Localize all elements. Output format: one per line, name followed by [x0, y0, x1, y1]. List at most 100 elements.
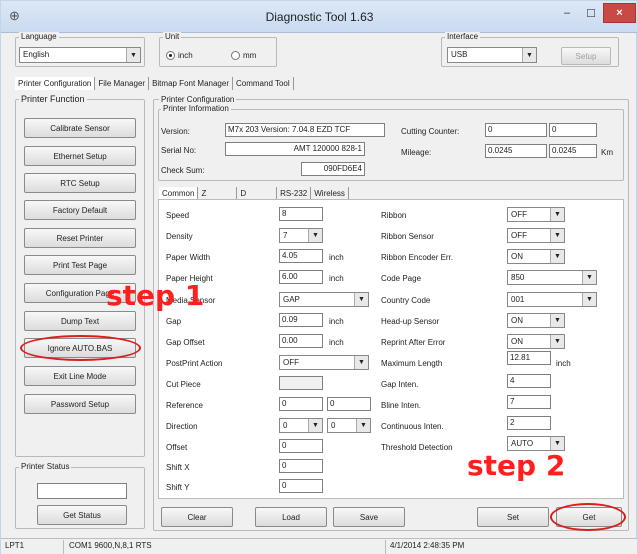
reprint-after-error-value: ON	[511, 337, 523, 346]
status-separator	[63, 540, 64, 554]
cutting-counter-field-2: 0	[549, 123, 597, 137]
density-select[interactable]: 7 ▼	[279, 228, 323, 243]
ribbon-encoder-value: ON	[511, 252, 523, 261]
media-sensor-select[interactable]: GAP ▼	[279, 292, 369, 307]
threshold-detection-label: Threshold Detection	[381, 443, 453, 452]
chevron-down-icon: ▼	[308, 419, 322, 432]
print-test-page-button[interactable]: Print Test Page	[24, 255, 136, 275]
step-2-annotation: step 2	[467, 449, 566, 482]
diagnostic-tool-window: ⊕ Diagnostic Tool 1.63 – ☐ × Language En…	[0, 0, 637, 554]
status-bar: LPT1 COM1 9600,N,8,1 RTS 4/1/2014 2:48:3…	[1, 538, 637, 554]
shift-y-label: Shift Y	[166, 483, 190, 492]
interface-select[interactable]: USB ▼	[447, 47, 537, 63]
reprint-after-error-label: Reprint After Error	[381, 338, 446, 347]
tab-bitmap-font-manager[interactable]: Bitmap Font Manager	[149, 77, 233, 90]
country-code-select[interactable]: 001 ▼	[507, 292, 597, 307]
cut-piece-field[interactable]	[279, 376, 323, 390]
save-button[interactable]: Save	[333, 507, 405, 527]
gap-label: Gap	[166, 317, 182, 326]
main-tabs: Printer Configuration File Manager Bitma…	[15, 77, 294, 90]
chevron-down-icon: ▼	[550, 250, 564, 263]
close-button[interactable]: ×	[603, 3, 636, 23]
postprint-action-label: PostPrint Action	[166, 359, 223, 368]
status-port: LPT1	[5, 541, 25, 550]
unit-inch-radio[interactable]: inch	[166, 51, 193, 60]
serial-label: Serial No:	[161, 146, 197, 155]
chevron-down-icon: ▼	[550, 314, 564, 327]
paper-width-label: Paper Width	[166, 253, 211, 262]
setup-button[interactable]: Setup	[561, 47, 611, 65]
ribbon-select[interactable]: OFF ▼	[507, 207, 565, 222]
minimize-button[interactable]: –	[555, 3, 579, 23]
unit-mm-radio[interactable]: mm	[231, 51, 256, 60]
direction-select-1[interactable]: 0 ▼	[279, 418, 323, 433]
offset-field[interactable]: 0	[279, 439, 323, 453]
dump-text-button[interactable]: Dump Text	[24, 311, 136, 331]
chevron-down-icon: ▼	[550, 335, 564, 348]
checksum-field: 090FD6E4	[301, 162, 365, 176]
radio-selected-icon	[166, 51, 175, 60]
highlight-ring-get	[550, 503, 626, 531]
cutting-counter-field-1: 0	[485, 123, 547, 137]
speed-label: Speed	[166, 211, 190, 220]
maximum-length-field[interactable]: 12.81	[507, 351, 551, 365]
get-status-button[interactable]: Get Status	[37, 505, 127, 525]
factory-default-button[interactable]: Factory Default	[24, 200, 136, 220]
paper-width-unit: inch	[329, 253, 344, 262]
direction-value-1: 0	[283, 421, 288, 430]
headup-sensor-value: ON	[511, 316, 523, 325]
direction-select-2[interactable]: 0 ▼	[327, 418, 371, 433]
tab-file-manager[interactable]: File Manager	[95, 77, 150, 90]
gap-offset-unit: inch	[329, 338, 344, 347]
bline-inten-field[interactable]: 7	[507, 395, 551, 409]
code-page-select[interactable]: 850 ▼	[507, 270, 597, 285]
reprint-after-error-select[interactable]: ON ▼	[507, 334, 565, 349]
password-setup-button[interactable]: Password Setup	[24, 394, 136, 414]
reference-y-field[interactable]: 0	[327, 397, 371, 411]
gap-field[interactable]: 0.09	[279, 313, 323, 327]
media-sensor-value: GAP	[283, 295, 300, 304]
chevron-down-icon: ▼	[356, 419, 370, 432]
gap-offset-field[interactable]: 0.00	[279, 334, 323, 348]
set-button[interactable]: Set	[477, 507, 549, 527]
shift-y-field[interactable]: 0	[279, 479, 323, 493]
chevron-down-icon: ▼	[126, 48, 140, 62]
ribbon-label: Ribbon	[381, 211, 407, 220]
tab-printer-configuration[interactable]: Printer Configuration	[15, 77, 96, 90]
offset-label: Offset	[166, 443, 188, 452]
paper-height-field[interactable]: 6.00	[279, 270, 323, 284]
version-field: M7x 203 Version: 7.04.8 EZD TCF	[225, 123, 385, 137]
chevron-down-icon: ▼	[308, 229, 322, 242]
reference-label: Reference	[166, 401, 203, 410]
gap-inten-label: Gap Inten.	[381, 380, 419, 389]
ribbon-encoder-select[interactable]: ON ▼	[507, 249, 565, 264]
tab-command-tool[interactable]: Command Tool	[233, 77, 294, 90]
reset-printer-button[interactable]: Reset Printer	[24, 228, 136, 248]
gap-inten-field[interactable]: 4	[507, 374, 551, 388]
chevron-down-icon: ▼	[582, 293, 596, 306]
language-select[interactable]: English ▼	[19, 47, 141, 63]
load-button[interactable]: Load	[255, 507, 327, 527]
headup-sensor-select[interactable]: ON ▼	[507, 313, 565, 328]
ethernet-setup-button[interactable]: Ethernet Setup	[24, 146, 136, 166]
country-code-label: Country Code	[381, 296, 431, 305]
ribbon-sensor-select[interactable]: OFF ▼	[507, 228, 565, 243]
rtc-setup-button[interactable]: RTC Setup	[24, 173, 136, 193]
maximum-length-unit: inch	[556, 359, 571, 368]
shift-x-field[interactable]: 0	[279, 459, 323, 473]
reference-x-field[interactable]: 0	[279, 397, 323, 411]
continuous-inten-field[interactable]: 2	[507, 416, 551, 430]
printer-status-label: Printer Status	[19, 462, 72, 471]
language-label: Language	[19, 32, 59, 41]
paper-width-field[interactable]: 4.05	[279, 249, 323, 263]
calibrate-sensor-button[interactable]: Calibrate Sensor	[24, 118, 136, 138]
code-page-value: 850	[511, 273, 525, 282]
clear-button[interactable]: Clear	[161, 507, 233, 527]
direction-label: Direction	[166, 422, 198, 431]
maximize-button[interactable]: ☐	[579, 3, 603, 23]
speed-field[interactable]: 8	[279, 207, 323, 221]
density-value: 7	[283, 231, 288, 240]
status-datetime: 4/1/2014 2:48:35 PM	[390, 541, 465, 550]
exit-line-mode-button[interactable]: Exit Line Mode	[24, 366, 136, 386]
postprint-action-select[interactable]: OFF ▼	[279, 355, 369, 370]
